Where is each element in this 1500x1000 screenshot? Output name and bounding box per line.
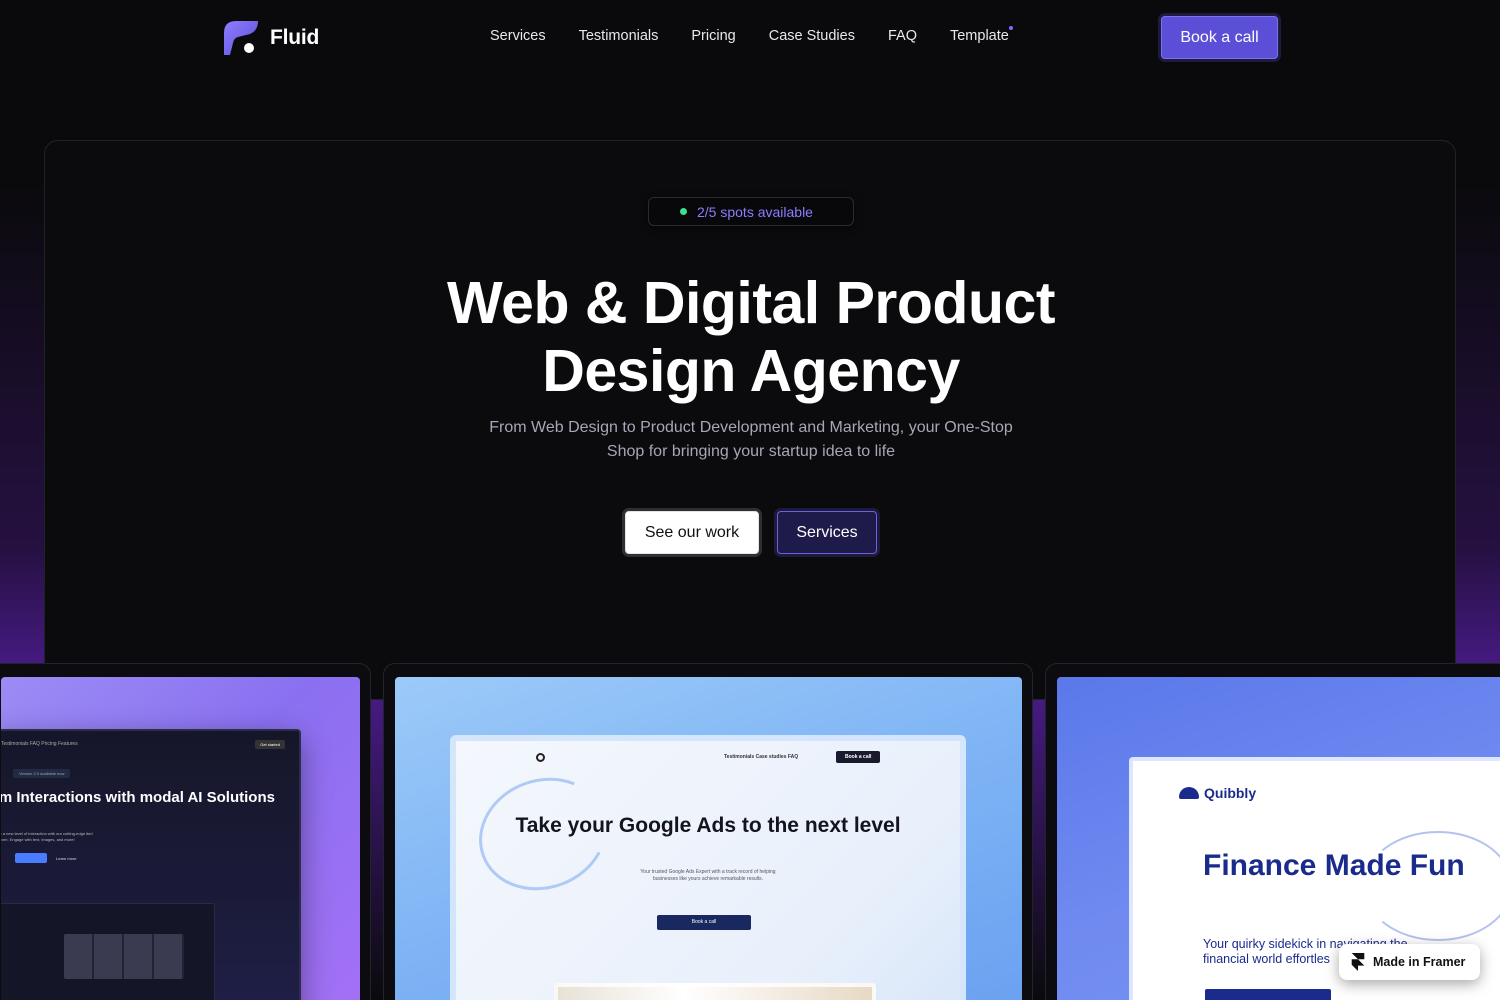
ai-preview-description: ence a new level of interaction with our… bbox=[1, 831, 93, 842]
google-ads-site-preview: Testimonials Case studies FAQ Book a cal… bbox=[450, 735, 966, 1000]
brand-name: Fluid bbox=[270, 26, 320, 49]
availability-badge: 2/5 spots available bbox=[648, 197, 854, 226]
ai-site-preview: Testimonials FAQ Pricing Features Get st… bbox=[1, 729, 301, 1000]
google-ads-preview-photo bbox=[554, 983, 876, 1000]
nav-link-testimonials[interactable]: Testimonials bbox=[579, 28, 659, 44]
ai-preview-subpanel bbox=[1, 903, 215, 1000]
ai-preview-cta: Get started bbox=[255, 740, 285, 749]
new-indicator-dot bbox=[1008, 26, 1013, 30]
showcase-card-ai-backdrop: Testimonials FAQ Pricing Features Get st… bbox=[1, 677, 360, 1000]
made-in-framer-text: Made in Framer bbox=[1373, 955, 1466, 969]
title-line-1: Web & Digital Product bbox=[447, 270, 1055, 336]
ai-preview-secondary-button: Learn more bbox=[56, 856, 77, 861]
fluid-logo-icon bbox=[222, 19, 260, 57]
ai-preview-nav: Testimonials FAQ Pricing Features bbox=[1, 741, 78, 747]
ai-preview-pill: Version 2.0 available now bbox=[13, 769, 71, 778]
availability-text: 2/5 spots available bbox=[697, 203, 813, 220]
logo[interactable]: Fluid bbox=[222, 19, 319, 57]
nav-link-services[interactable]: Services bbox=[490, 28, 546, 44]
nav-link-faq[interactable]: FAQ bbox=[888, 28, 917, 44]
top-navigation: Fluid Services Testimonials Pricing Case… bbox=[0, 0, 1500, 76]
hero-subtitle: From Web Design to Product Development a… bbox=[489, 419, 1013, 460]
ai-preview-title: rm Interactions with modal AI Solutions bbox=[1, 789, 275, 806]
nav-link-pricing[interactable]: Pricing bbox=[691, 28, 735, 44]
page-title: Web & Digital Product Design Agency bbox=[45, 269, 1457, 405]
quibbly-brand-name: Quibbly bbox=[1204, 785, 1257, 801]
showcase-card-google-ads-backdrop: Testimonials Case studies FAQ Book a cal… bbox=[395, 677, 1022, 1000]
showcase-card-google-ads[interactable]: Testimonials Case studies FAQ Book a cal… bbox=[383, 663, 1033, 1000]
services-button[interactable]: Services bbox=[777, 511, 877, 554]
preview-logo-icon bbox=[536, 753, 545, 762]
nav-link-case-studies[interactable]: Case Studies bbox=[769, 28, 855, 44]
google-ads-preview-title: Take your Google Ads to the next level bbox=[515, 814, 901, 837]
framer-logo-icon bbox=[1351, 953, 1365, 971]
book-a-call-button[interactable]: Book a call bbox=[1161, 16, 1278, 59]
quibbly-preview-button bbox=[1205, 989, 1331, 1000]
showcase-card-ai[interactable]: Testimonials FAQ Pricing Features Get st… bbox=[0, 663, 371, 1000]
google-ads-preview-nav-cta: Book a call bbox=[836, 751, 881, 763]
quibbly-brand: Quibbly bbox=[1179, 785, 1256, 801]
see-our-work-button[interactable]: See our work bbox=[625, 511, 759, 554]
quibbly-preview-title: Finance Made Fun bbox=[1203, 849, 1465, 882]
hero-panel: 2/5 spots available Web & Digital Produc… bbox=[44, 140, 1456, 700]
nav-link-template-label: Template bbox=[949, 28, 1009, 44]
ai-preview-thumbnails bbox=[64, 934, 184, 979]
made-in-framer-badge[interactable]: Made in Framer bbox=[1339, 944, 1480, 980]
nav-links: Services Testimonials Pricing Case Studi… bbox=[490, 26, 1013, 44]
quibbly-logo-icon bbox=[1179, 787, 1199, 799]
nav-link-template[interactable]: Template bbox=[949, 26, 1013, 44]
status-dot-icon bbox=[680, 208, 687, 215]
title-line-2: Design Agency bbox=[542, 338, 960, 404]
google-ads-preview-description: Your trusted Google Ads Expert with a tr… bbox=[640, 869, 776, 882]
ai-preview-primary-button bbox=[15, 853, 47, 863]
google-ads-preview-button: Book a call bbox=[657, 915, 751, 930]
google-ads-preview-nav: Testimonials Case studies FAQ bbox=[724, 754, 799, 760]
